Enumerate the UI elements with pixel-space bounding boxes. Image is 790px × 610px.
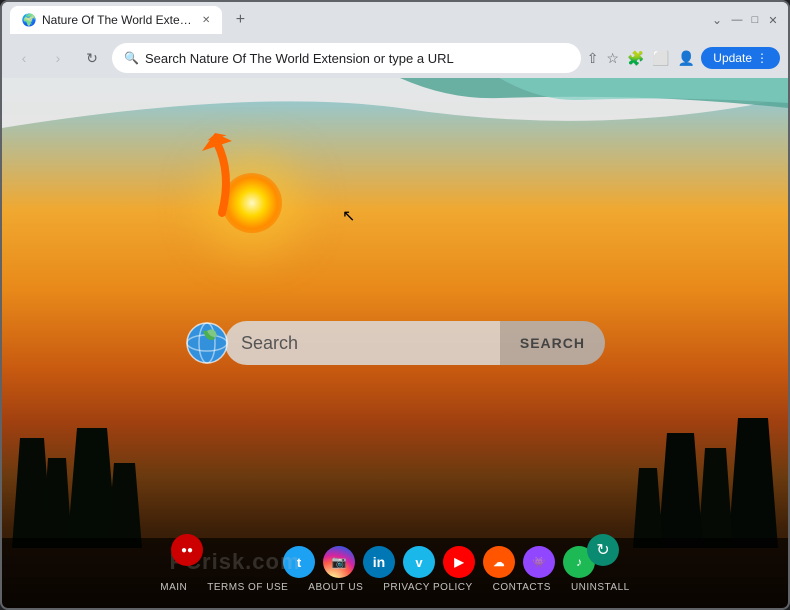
split-view-icon[interactable]: ⬜	[652, 50, 669, 67]
social-icon-youtube[interactable]: ▶	[443, 546, 475, 578]
tab-area: 🌍 Nature Of The World Extension ✕ +	[10, 6, 708, 34]
browser-action-icons: ⇧ ☆ 🧩 ⬜ 👤	[587, 50, 696, 67]
search-area: Search SEARCH	[185, 321, 605, 365]
nav-link-privacy[interactable]: PRIVACY POLICY	[383, 582, 472, 593]
tab-favicon: 🌍	[22, 13, 36, 27]
reload-button[interactable]: ↻	[78, 44, 106, 72]
social-icons-row: ●● PCrisk.com t 📷 in v ▶ ☁ 👾 ♪ ↻	[155, 538, 635, 582]
social-icon-twitch[interactable]: 👾	[523, 546, 555, 578]
social-icon-vimeo[interactable]: v	[403, 546, 435, 578]
refresh-icon-button[interactable]: ↻	[587, 534, 619, 566]
search-input-wrapper[interactable]: Search	[225, 321, 500, 365]
browser-window: 🌍 Nature Of The World Extension ✕ + ⌄ — …	[0, 0, 790, 610]
social-icon-instagram[interactable]: 📷	[323, 546, 355, 578]
social-icon-linkedin[interactable]: in	[363, 546, 395, 578]
new-tab-button[interactable]: +	[226, 6, 254, 34]
tree-silhouettes	[2, 428, 788, 548]
bottom-bar: ●● PCrisk.com t 📷 in v ▶ ☁ 👾 ♪ ↻	[2, 538, 788, 608]
bookmark-icon[interactable]: ☆	[606, 50, 619, 67]
tree-right-1	[728, 418, 778, 548]
tree-left-4	[107, 463, 142, 548]
nav-link-uninstall[interactable]: UNINSTALL	[571, 582, 630, 593]
chevron-down-icon: ⌄	[712, 13, 722, 27]
back-button[interactable]: ‹	[10, 44, 38, 72]
extension-logo	[185, 321, 229, 365]
window-controls: ⌄ — □ ✕	[712, 13, 780, 27]
mouse-cursor: ↖	[342, 206, 355, 226]
maximize-button[interactable]: □	[748, 13, 762, 27]
title-bar: 🌍 Nature Of The World Extension ✕ + ⌄ — …	[2, 2, 788, 38]
extensions-icon[interactable]: 🧩	[627, 50, 644, 67]
tree-left-2	[42, 458, 72, 548]
tree-right-4	[633, 468, 663, 548]
forward-button[interactable]: ›	[44, 44, 72, 72]
bottom-left-icon[interactable]: ●●	[171, 534, 203, 566]
tree-right-3	[658, 433, 703, 548]
nav-link-terms[interactable]: TERMS OF USE	[207, 582, 288, 593]
nav-links-row: MAIN TERMS OF USE ABOUT US PRIVACY POLIC…	[160, 582, 629, 593]
forward-icon: ›	[56, 50, 61, 66]
dot-icon: ●●	[181, 545, 193, 556]
nav-link-about[interactable]: ABOUT US	[308, 582, 363, 593]
nav-link-main[interactable]: MAIN	[160, 582, 187, 593]
social-icon-soundcloud[interactable]: ☁	[483, 546, 515, 578]
update-button[interactable]: Update ⋮	[701, 47, 780, 69]
page-content: ↖ Search SEARCH	[2, 78, 788, 608]
update-label: Update	[713, 51, 752, 65]
reload-icon: ↻	[86, 50, 98, 67]
active-tab[interactable]: 🌍 Nature Of The World Extension ✕	[10, 6, 222, 34]
minimize-button[interactable]: —	[730, 13, 744, 27]
address-text: Search Nature Of The World Extension or …	[145, 51, 569, 66]
profile-icon[interactable]: 👤	[678, 50, 695, 67]
tree-right-2	[698, 448, 733, 548]
update-menu-icon: ⋮	[756, 51, 768, 65]
tab-close-button[interactable]: ✕	[202, 15, 210, 26]
address-bar[interactable]: 🔍 Search Nature Of The World Extension o…	[112, 43, 581, 73]
tab-title: Nature Of The World Extension	[42, 13, 192, 27]
close-button[interactable]: ✕	[766, 13, 780, 27]
share-icon[interactable]: ⇧	[587, 50, 599, 67]
search-input[interactable]: Search	[241, 333, 298, 354]
wave-header	[2, 78, 788, 158]
search-button-label: SEARCH	[520, 335, 585, 351]
nav-bar: ‹ › ↻ 🔍 Search Nature Of The World Exten…	[2, 38, 788, 78]
search-button[interactable]: SEARCH	[500, 321, 605, 365]
nav-link-contacts[interactable]: CONTACTS	[493, 582, 551, 593]
search-icon: 🔍	[124, 51, 139, 65]
refresh-icon: ↻	[596, 540, 609, 560]
chevron-button[interactable]: ⌄	[712, 13, 722, 27]
back-icon: ‹	[22, 50, 27, 66]
